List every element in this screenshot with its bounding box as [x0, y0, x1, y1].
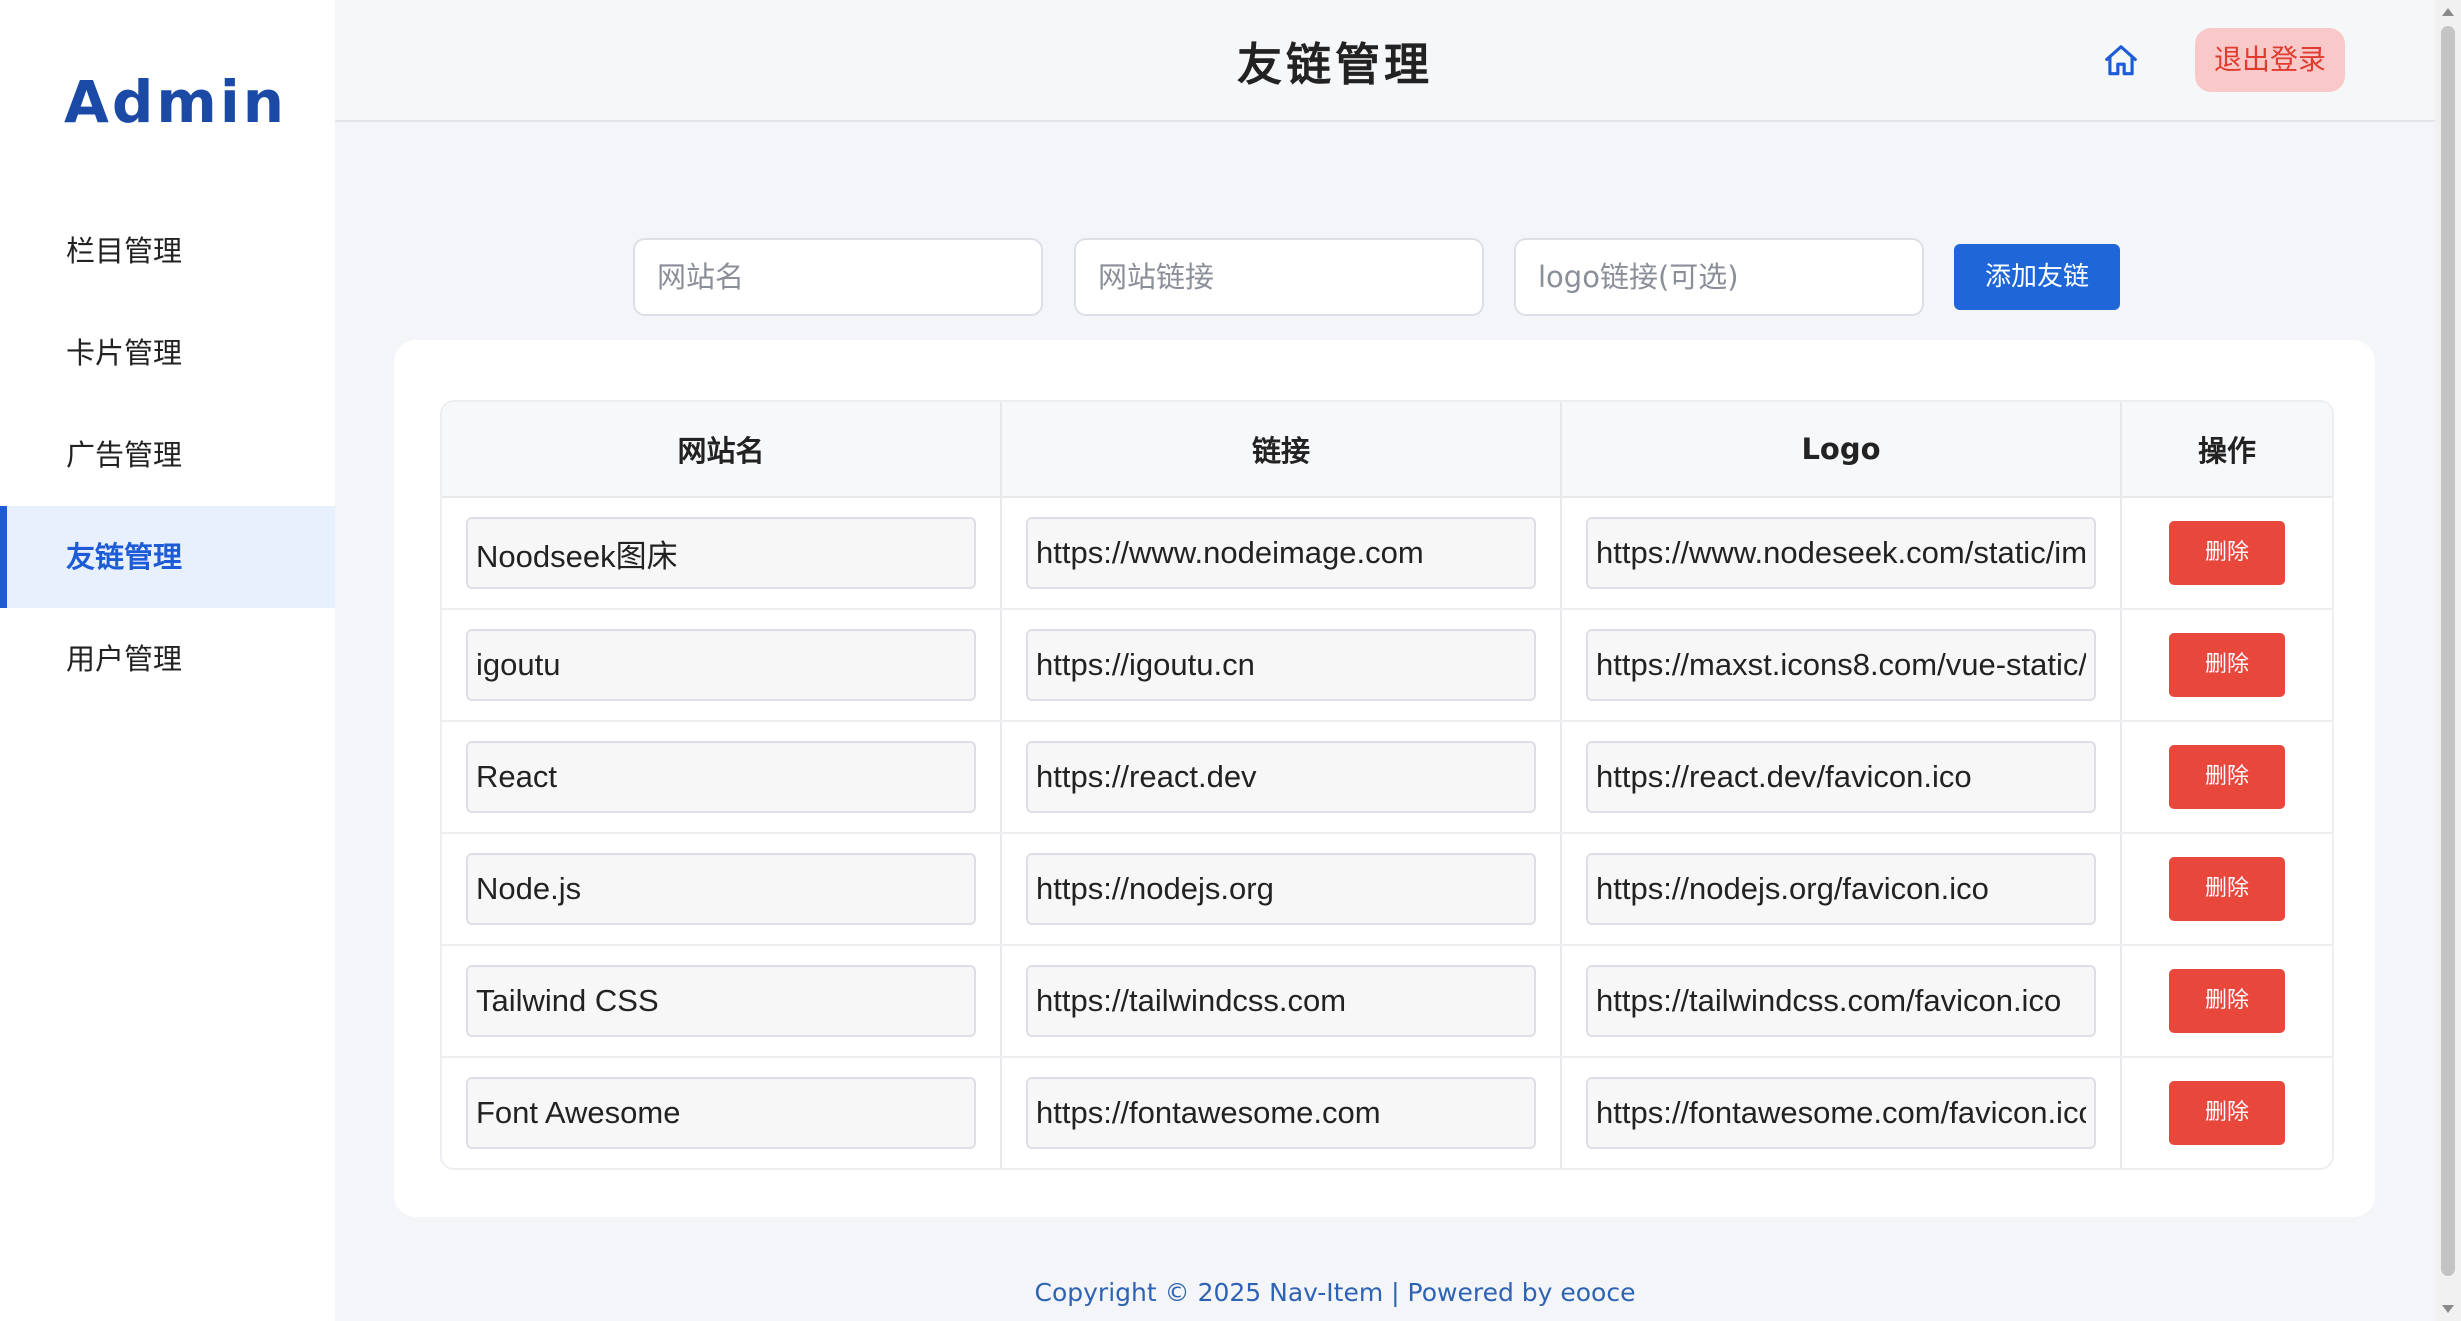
- page-title: 友链管理: [1236, 38, 1433, 91]
- scroll-down-icon[interactable]: [2442, 1305, 2454, 1313]
- add-link-button[interactable]: 添加友链: [1954, 244, 2120, 310]
- links-card: 网站名 链接 Logo 操作 删除 删除 删除: [394, 340, 2375, 1217]
- column-header-name: 网站名: [442, 402, 1002, 496]
- row-url-input[interactable]: [1026, 1077, 1536, 1149]
- delete-button[interactable]: 删除: [2169, 521, 2285, 585]
- scroll-thumb[interactable]: [2441, 26, 2455, 1276]
- site-url-input[interactable]: [1074, 238, 1484, 316]
- delete-button[interactable]: 删除: [2169, 633, 2285, 697]
- table-row: 删除: [442, 946, 2332, 1058]
- row-name-input[interactable]: [466, 517, 976, 589]
- row-url-input[interactable]: [1026, 517, 1536, 589]
- row-logo-input[interactable]: [1586, 965, 2096, 1037]
- row-url-input[interactable]: [1026, 629, 1536, 701]
- logout-button[interactable]: 退出登录: [2195, 28, 2345, 92]
- row-logo-input[interactable]: [1586, 853, 2096, 925]
- sidebar: Admin 栏目管理 卡片管理 广告管理 友链管理 用户管理: [0, 0, 335, 1321]
- delete-button[interactable]: 删除: [2169, 857, 2285, 921]
- row-name-input[interactable]: [466, 741, 976, 813]
- delete-button[interactable]: 删除: [2169, 969, 2285, 1033]
- footer-copyright: Copyright © 2025 Nav-Item | Powered by e…: [1034, 1278, 1636, 1307]
- table-row: 删除: [442, 722, 2332, 834]
- row-name-input[interactable]: [466, 629, 976, 701]
- sidebar-item-users[interactable]: 用户管理: [0, 608, 335, 710]
- row-logo-input[interactable]: [1586, 741, 2096, 813]
- scroll-up-icon[interactable]: [2442, 8, 2454, 16]
- sidebar-nav: 栏目管理 卡片管理 广告管理 友链管理 用户管理: [0, 200, 335, 710]
- row-name-input[interactable]: [466, 1077, 976, 1149]
- table-row: 删除: [442, 610, 2332, 722]
- row-logo-input[interactable]: [1586, 517, 2096, 589]
- admin-logo: Admin: [64, 68, 288, 136]
- vertical-scrollbar[interactable]: [2435, 0, 2461, 1321]
- row-name-input[interactable]: [466, 853, 976, 925]
- table-row: 删除: [442, 834, 2332, 946]
- table-header: 网站名 链接 Logo 操作: [442, 402, 2332, 498]
- row-url-input[interactable]: [1026, 741, 1536, 813]
- links-table: 网站名 链接 Logo 操作 删除 删除 删除: [440, 400, 2334, 1170]
- delete-button[interactable]: 删除: [2169, 1081, 2285, 1145]
- row-logo-input[interactable]: [1586, 1077, 2096, 1149]
- table-row: 删除: [442, 1058, 2332, 1168]
- top-header: 友链管理 退出登录: [335, 0, 2437, 122]
- main-content: 友链管理 退出登录 添加友链 网站名 链接 Logo 操作: [335, 0, 2461, 1321]
- table-row: 删除: [442, 498, 2332, 610]
- column-header-url: 链接: [1002, 402, 1562, 496]
- delete-button[interactable]: 删除: [2169, 745, 2285, 809]
- sidebar-item-friend-links[interactable]: 友链管理: [0, 506, 335, 608]
- column-header-logo: Logo: [1562, 402, 2122, 496]
- row-name-input[interactable]: [466, 965, 976, 1037]
- sidebar-item-ads[interactable]: 广告管理: [0, 404, 335, 506]
- site-name-input[interactable]: [633, 238, 1043, 316]
- logo-url-input[interactable]: [1514, 238, 1924, 316]
- row-url-input[interactable]: [1026, 853, 1536, 925]
- sidebar-item-columns[interactable]: 栏目管理: [0, 200, 335, 302]
- row-logo-input[interactable]: [1586, 629, 2096, 701]
- row-url-input[interactable]: [1026, 965, 1536, 1037]
- home-icon[interactable]: [2102, 42, 2140, 80]
- add-link-form: 添加友链: [335, 238, 2437, 318]
- sidebar-item-cards[interactable]: 卡片管理: [0, 302, 335, 404]
- column-header-actions: 操作: [2197, 434, 2256, 468]
